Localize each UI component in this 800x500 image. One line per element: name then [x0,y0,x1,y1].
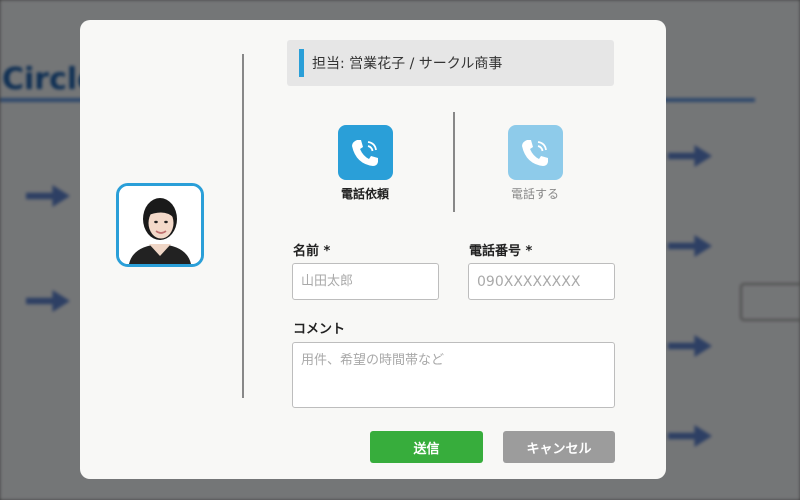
cancel-button[interactable]: キャンセル [503,431,615,463]
phone-icon [507,125,563,180]
action-divider [453,112,455,212]
call-request-label: 電話依頼 [340,187,389,201]
avatar [116,183,204,267]
send-button[interactable]: 送信 [370,431,483,463]
name-input[interactable] [292,263,439,300]
comment-textarea[interactable] [292,342,615,408]
call-now-label: 電話する [510,187,559,201]
call-now-button[interactable]: 電話する [490,125,580,202]
name-label: 名前 * [293,244,331,259]
call-request-button[interactable]: 電話依頼 [320,125,410,202]
phone-icon [337,125,393,180]
comment-label: コメント [293,322,346,337]
vertical-divider [242,54,244,398]
phone-input[interactable] [468,263,615,300]
phone-label: 電話番号 * [469,244,533,259]
call-request-dialog: 担当: 営業花子 / サークル商事 電話依頼 電話する 名前 * 電話番号 * … [80,20,666,479]
person-portrait-icon [119,186,201,264]
assignee-text: 担当: 営業花子 / サークル商事 [312,56,503,72]
header-accent-bar [299,49,304,77]
assignee-header: 担当: 営業花子 / サークル商事 [287,40,614,86]
